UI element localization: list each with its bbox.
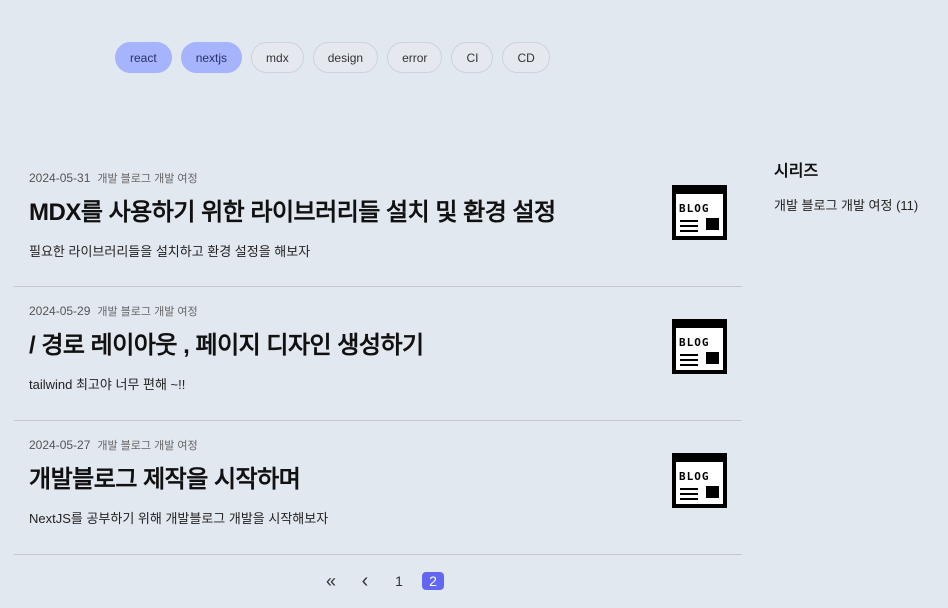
sidebar-heading: 시리즈 xyxy=(774,163,819,180)
tag-mdx[interactable]: mdx xyxy=(251,42,304,73)
blog-thumbnail-icon: BLOG xyxy=(672,319,727,374)
post-description: tailwind 최고야 너무 편해 ~!! xyxy=(29,377,186,392)
tag-design[interactable]: design xyxy=(312,42,379,73)
post-title[interactable]: MDX를 사용하기 위한 라이브러리들 설치 및 환경 설정 xyxy=(29,199,742,227)
post-date: 2024-05-29 xyxy=(29,304,91,318)
post-list: 2024-05-31 개발 블로그 개발 여정 MDX를 사용하기 위한 라이브… xyxy=(14,153,742,555)
tag-filter-bar: react nextjs mdx design error CI CD xyxy=(115,42,550,73)
thumbnail-label: BLOG xyxy=(679,470,710,483)
tag-error[interactable]: error xyxy=(387,42,443,73)
post-date: 2024-05-27 xyxy=(29,438,91,452)
post-series: 개발 블로그 개발 여정 xyxy=(97,173,198,185)
post-date: 2024-05-31 xyxy=(29,171,91,185)
post-series: 개발 블로그 개발 여정 xyxy=(97,440,198,452)
post-meta: 2024-05-29 개발 블로그 개발 여정 xyxy=(29,303,742,319)
tag-react[interactable]: react xyxy=(115,42,172,73)
thumbnail-label: BLOG xyxy=(679,202,710,215)
page-1-button[interactable]: 1 xyxy=(388,572,410,590)
post-meta: 2024-05-27 개발 블로그 개발 여정 xyxy=(29,437,742,453)
blog-thumbnail-icon: BLOG xyxy=(672,453,727,508)
pagination: « ‹ 1 2 xyxy=(320,570,456,592)
post-description: 필요한 라이브러리들을 설치하고 환경 설정을 해보자 xyxy=(29,244,311,259)
series-sidebar: 시리즈 개발 블로그 개발 여정 (11) xyxy=(774,157,918,214)
tag-nextjs[interactable]: nextjs xyxy=(180,42,243,73)
post-meta: 2024-05-31 개발 블로그 개발 여정 xyxy=(29,170,742,186)
page-2-button[interactable]: 2 xyxy=(422,572,444,590)
thumbnail-label: BLOG xyxy=(679,336,710,349)
blog-thumbnail-icon: BLOG xyxy=(672,185,727,240)
series-item[interactable]: 개발 블로그 개발 여정 (11) xyxy=(774,195,918,214)
post-card[interactable]: 2024-05-29 개발 블로그 개발 여정 / 경로 레이아웃 , 페이지 … xyxy=(14,287,742,421)
prev-page-icon[interactable]: ‹ xyxy=(354,570,376,592)
post-card[interactable]: 2024-05-31 개발 블로그 개발 여정 MDX를 사용하기 위한 라이브… xyxy=(14,153,742,287)
post-title[interactable]: / 경로 레이아웃 , 페이지 디자인 생성하기 xyxy=(29,332,742,360)
post-title[interactable]: 개발블로그 제작을 시작하며 xyxy=(29,466,742,494)
tag-ci[interactable]: CI xyxy=(451,42,494,73)
tag-cd[interactable]: CD xyxy=(502,42,550,73)
first-page-icon[interactable]: « xyxy=(320,571,342,591)
post-card[interactable]: 2024-05-27 개발 블로그 개발 여정 개발블로그 제작을 시작하며 N… xyxy=(14,421,742,555)
post-description: NextJS를 공부하기 위해 개발블로그 개발을 시작해보자 xyxy=(29,511,329,526)
post-series: 개발 블로그 개발 여정 xyxy=(97,306,198,318)
